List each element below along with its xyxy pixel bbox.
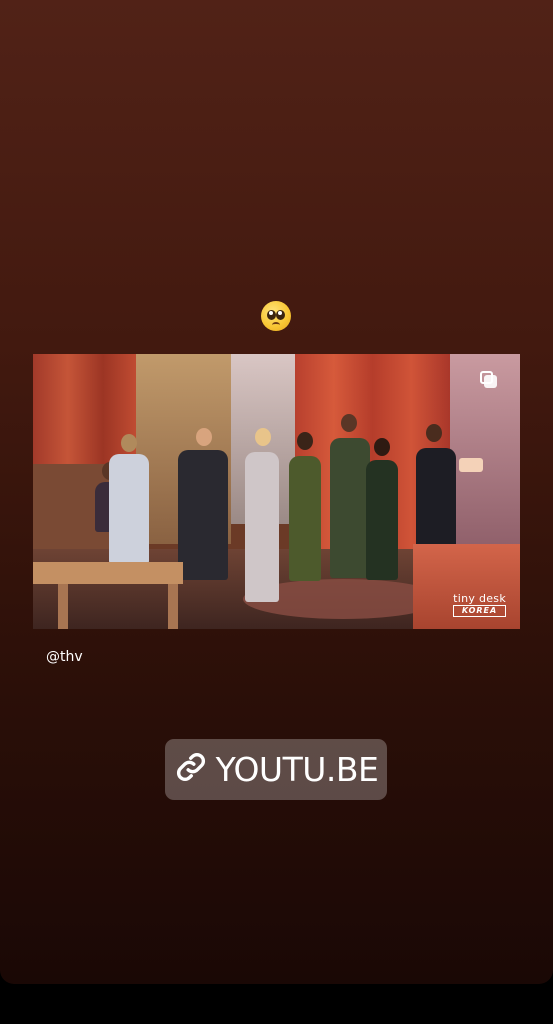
performer bbox=[245, 452, 279, 602]
performer bbox=[330, 438, 370, 578]
performer bbox=[366, 460, 398, 580]
performer bbox=[178, 450, 228, 580]
performer-head bbox=[297, 432, 313, 450]
performer-head bbox=[426, 424, 442, 442]
performer-head bbox=[374, 438, 390, 456]
lamp bbox=[459, 458, 483, 472]
mention-sticker[interactable]: @thv bbox=[46, 649, 83, 665]
logo-line-2: KOREA bbox=[453, 605, 506, 617]
performer bbox=[416, 448, 456, 558]
performer-head bbox=[255, 428, 271, 446]
emoji-left-eye bbox=[267, 310, 276, 320]
multiple-items-icon bbox=[480, 371, 497, 388]
video-thumbnail[interactable]: tiny desk KOREA bbox=[33, 354, 520, 629]
performer bbox=[289, 456, 321, 581]
table-leg bbox=[168, 584, 178, 629]
logo-line-1: tiny desk bbox=[453, 592, 506, 605]
table-leg bbox=[58, 584, 68, 629]
performer-head bbox=[121, 434, 137, 452]
link-sticker[interactable]: YOUTU.BE bbox=[165, 739, 387, 800]
performer-head bbox=[196, 428, 212, 446]
link-icon bbox=[174, 750, 208, 789]
link-sticker-label: YOUTU.BE bbox=[215, 750, 379, 789]
performer bbox=[109, 454, 149, 564]
performer-head bbox=[341, 414, 357, 432]
emoji-mouth bbox=[272, 322, 280, 328]
table bbox=[33, 562, 183, 584]
pleading-face-emoji bbox=[261, 301, 291, 331]
emoji-right-eye bbox=[276, 310, 285, 320]
story-canvas: tiny desk KOREA @thv YOUTU.BE bbox=[0, 0, 553, 984]
tiny-desk-korea-logo: tiny desk KOREA bbox=[453, 593, 506, 617]
